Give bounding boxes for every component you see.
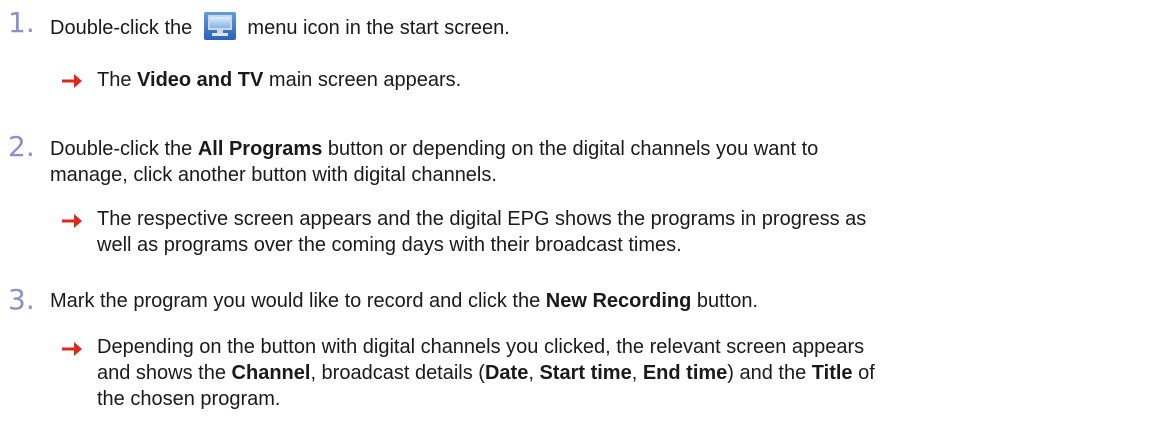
step-3-number: 3.: [8, 283, 35, 316]
video-and-tv-label: Video and TV: [137, 69, 264, 91]
step-1-text-after: menu icon in the start screen.: [247, 17, 510, 39]
step-3-result-line3: the chosen program.: [97, 388, 281, 410]
step-1-result: The Video and TV main screen appears.: [97, 69, 462, 91]
date-label: Date: [484, 362, 529, 384]
step-2-number: 2.: [8, 130, 35, 163]
all-programs-label: All Programs: [197, 138, 323, 160]
step-1-instruction: Double-click the menu icon in the start …: [50, 12, 510, 40]
step-3-result-line1: Depending on the button with digital cha…: [97, 336, 865, 358]
step-1-number: 1.: [8, 6, 35, 39]
step-3-instruction: Mark the program you would like to recor…: [50, 290, 759, 312]
result-arrow-icon: [62, 340, 82, 358]
start-time-label: Start time: [539, 362, 632, 384]
step-3-result-line2: and shows the Channel, broadcast details…: [97, 362, 875, 384]
end-time-label: End time: [642, 362, 728, 384]
tv-monitor-icon: [203, 12, 236, 40]
channel-label: Channel: [231, 362, 311, 384]
result-arrow-icon: [62, 72, 82, 90]
new-recording-label: New Recording: [545, 290, 692, 312]
step-2-result-line2: well as programs over the coming days wi…: [97, 234, 682, 256]
step-2-instruction-line2: manage, click another button with digita…: [50, 164, 497, 186]
step-2-instruction-line1: Double-click the All Programs button or …: [50, 138, 819, 160]
result-arrow-icon: [62, 212, 82, 230]
step-1-text-before: Double-click the: [50, 17, 193, 39]
step-2-result-line1: The respective screen appears and the di…: [97, 208, 867, 230]
title-label: Title: [811, 362, 853, 384]
